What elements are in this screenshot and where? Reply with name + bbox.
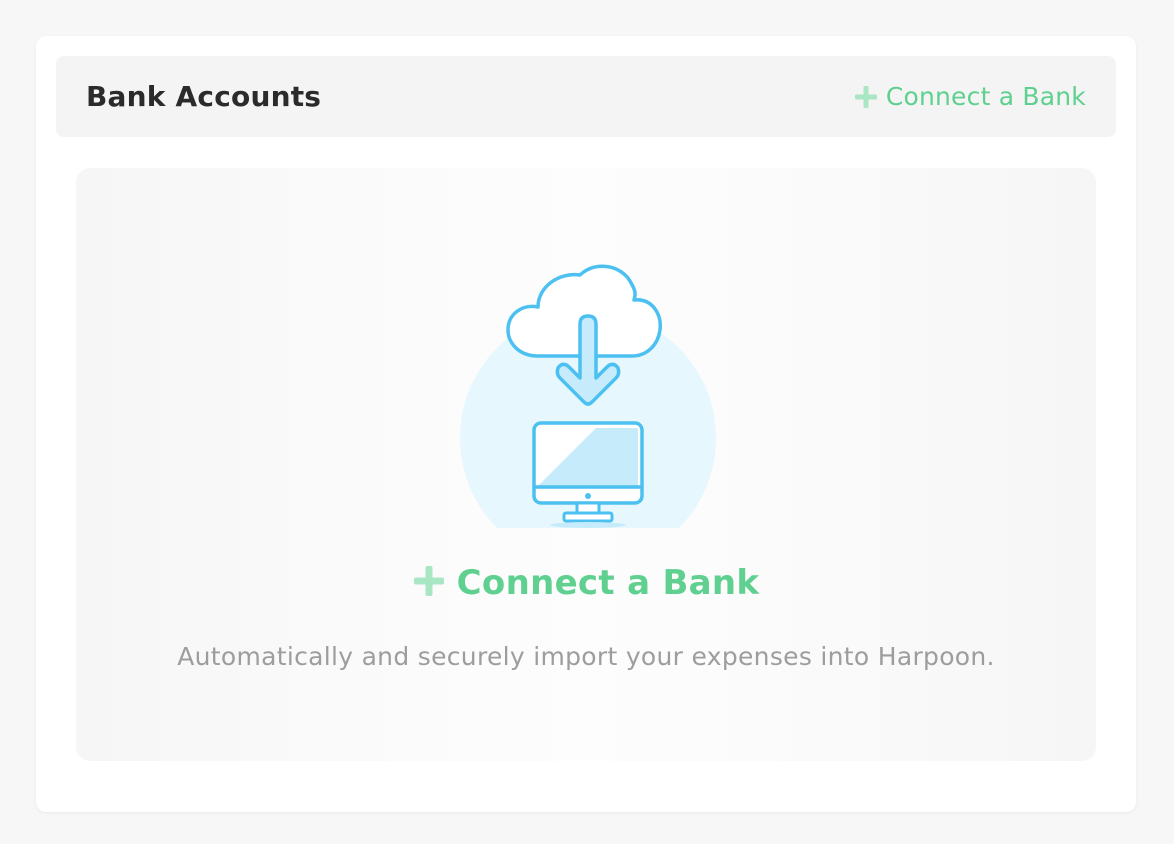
- plus-icon: [854, 85, 878, 109]
- plus-icon: [413, 565, 445, 601]
- card-header: Bank Accounts Connect a Bank: [56, 56, 1116, 137]
- bank-accounts-card: Bank Accounts Connect a Bank Connect a B…: [36, 36, 1136, 812]
- empty-state-panel: Connect a Bank Automatically and securel…: [76, 168, 1096, 761]
- connect-bank-header-label: Connect a Bank: [885, 82, 1086, 111]
- card-title: Bank Accounts: [86, 80, 322, 113]
- connect-bank-label: Connect a Bank: [456, 563, 760, 603]
- empty-state-description: Automatically and securely import your e…: [177, 642, 995, 671]
- cloud-download-to-computer-icon: [446, 228, 726, 566]
- connect-bank-button[interactable]: Connect a Bank: [76, 563, 1096, 603]
- connect-bank-header-button[interactable]: Connect a Bank: [854, 56, 1086, 137]
